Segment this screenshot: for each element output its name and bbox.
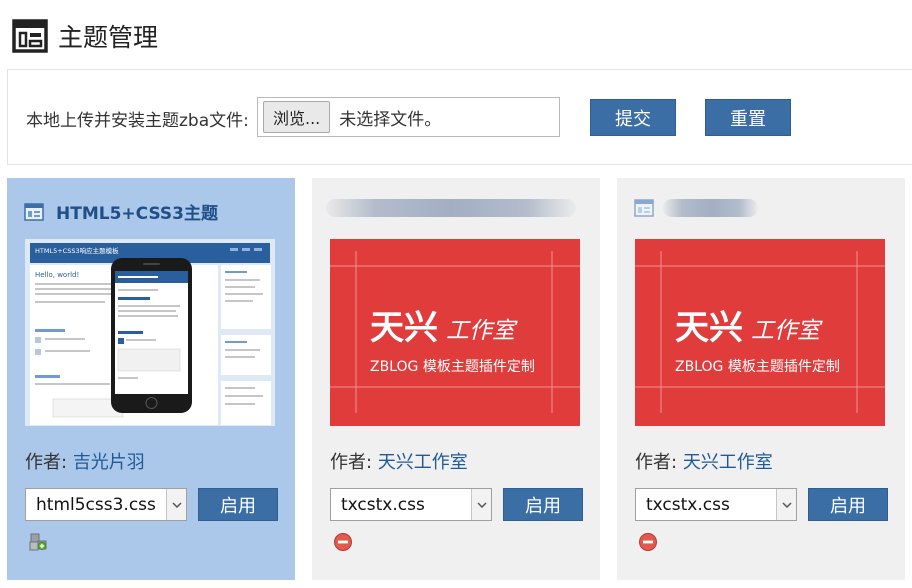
window-layout-icon bbox=[12, 18, 48, 54]
enable-button[interactable]: 启用 bbox=[198, 488, 278, 521]
preview-site-title: HTML5+CSS3响应主题模板 bbox=[35, 246, 119, 255]
theme-author: 作者: 吉光片羽 bbox=[25, 448, 145, 474]
theme-card[interactable]: 天兴 工作室 ZBLOG 模板主题插件定制 作者: 天兴工作室 txcstx.c… bbox=[617, 178, 905, 580]
author-link[interactable]: 吉光片羽 bbox=[73, 452, 145, 473]
theme-title-row bbox=[634, 199, 654, 217]
upload-label: 本地上传并安装主题zba文件: bbox=[26, 111, 249, 131]
preview-tagline: ZBLOG 模板主题插件定制 bbox=[675, 359, 840, 375]
upload-panel: 本地上传并安装主题zba文件: 浏览... 未选择文件。 提交 重置 bbox=[7, 69, 912, 165]
reset-button[interactable]: 重置 bbox=[705, 99, 791, 136]
file-input[interactable]: 浏览... 未选择文件。 bbox=[257, 97, 560, 137]
theme-name: HTML5+CSS3主题 bbox=[56, 204, 218, 224]
theme-window-icon bbox=[634, 199, 654, 217]
author-prefix: 作者: bbox=[330, 452, 373, 473]
theme-preview[interactable]: 天兴 工作室 ZBLOG 模板主题插件定制 bbox=[635, 239, 885, 426]
css-select-value: html5css3.css bbox=[36, 494, 156, 515]
author-prefix: 作者: bbox=[635, 452, 678, 473]
preview-brand-script: 工作室 bbox=[446, 318, 518, 344]
chevron-down-icon[interactable] bbox=[166, 489, 186, 520]
submit-button[interactable]: 提交 bbox=[590, 99, 676, 136]
browse-button[interactable]: 浏览... bbox=[263, 101, 331, 133]
theme-window-icon bbox=[24, 202, 44, 221]
css-select[interactable]: html5css3.css bbox=[25, 488, 187, 521]
theme-preview[interactable]: HTML5+CSS3响应主题模板 Hello, world! bbox=[25, 239, 275, 426]
preview-brand: 天兴 bbox=[370, 308, 438, 348]
chevron-down-icon[interactable] bbox=[471, 489, 491, 520]
page-header: 主题管理 bbox=[12, 18, 158, 54]
preview-brand: 天兴 bbox=[675, 308, 743, 348]
theme-card[interactable]: HTML5+CSS3主题 HTML5+CSS3响应主题模板 Hello, wor… bbox=[7, 178, 295, 580]
theme-author: 作者: 天兴工作室 bbox=[330, 448, 468, 474]
theme-title-row: HTML5+CSS3主题 bbox=[24, 199, 218, 224]
enable-button[interactable]: 启用 bbox=[503, 488, 583, 521]
enable-button[interactable]: 启用 bbox=[808, 488, 888, 521]
css-select-value: txcstx.css bbox=[341, 494, 425, 515]
theme-preview[interactable]: 天兴 工作室 ZBLOG 模板主题插件定制 bbox=[330, 239, 580, 426]
css-select-value: txcstx.css bbox=[646, 494, 730, 515]
author-prefix: 作者: bbox=[25, 452, 68, 473]
author-link[interactable]: 天兴工作室 bbox=[378, 452, 468, 473]
theme-author: 作者: 天兴工作室 bbox=[635, 448, 773, 474]
plugin-blocks-icon[interactable] bbox=[28, 532, 48, 552]
theme-card[interactable]: 天兴 工作室 ZBLOG 模板主题插件定制 作者: 天兴工作室 txcstx.c… bbox=[312, 178, 600, 580]
page-title: 主题管理 bbox=[58, 23, 159, 52]
preview-post-title: Hello, world! bbox=[35, 271, 79, 279]
preview-brand-script: 工作室 bbox=[751, 318, 823, 344]
chevron-down-icon[interactable] bbox=[776, 489, 796, 520]
preview-tagline: ZBLOG 模板主题插件定制 bbox=[370, 359, 535, 375]
file-status: 未选择文件。 bbox=[339, 109, 442, 130]
delete-red-icon[interactable] bbox=[638, 532, 658, 552]
css-select[interactable]: txcstx.css bbox=[635, 488, 797, 521]
css-select[interactable]: txcstx.css bbox=[330, 488, 492, 521]
delete-red-icon[interactable] bbox=[333, 532, 353, 552]
theme-name-blurred bbox=[663, 199, 758, 217]
author-link[interactable]: 天兴工作室 bbox=[683, 452, 773, 473]
theme-name-blurred bbox=[326, 199, 576, 217]
